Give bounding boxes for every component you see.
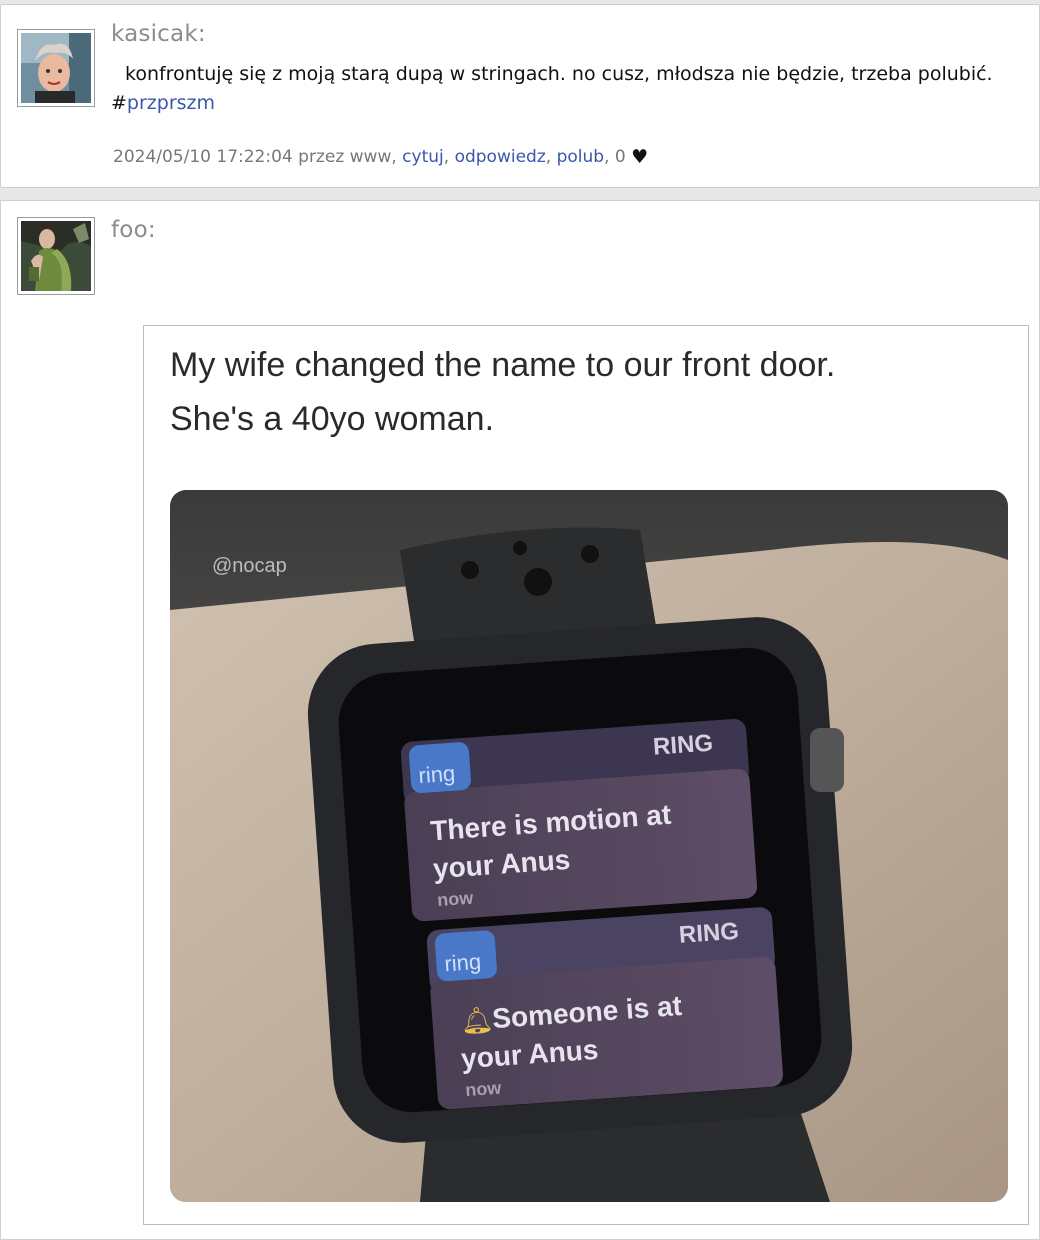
post-image[interactable]: My wife changed the name to our front do…	[143, 325, 1029, 1225]
reply-link[interactable]: odpowiedz	[455, 147, 546, 167]
notif-brand: RING	[678, 918, 740, 949]
separator: ,	[545, 147, 552, 167]
meme-photo: @nocap ring RING There is motion at your…	[170, 490, 1008, 1202]
notif-time: now	[437, 888, 475, 911]
username[interactable]: foo:	[111, 217, 156, 243]
avatar[interactable]	[17, 217, 95, 295]
hashtag-link[interactable]: przprszm	[127, 92, 215, 114]
notif-app: ring	[418, 761, 456, 788]
post: kasicak: konfrontuję się z moją starą du…	[0, 4, 1040, 188]
post-meta: 2024/05/10 17:22:04 przez www, cytuj, od…	[113, 146, 648, 168]
meme-caption: My wife changed the name to our front do…	[170, 338, 1010, 446]
post-text: konfrontuję się z moją starą dupą w stri…	[111, 60, 1027, 118]
heart-icon: ♥	[631, 146, 649, 168]
notif-brand: RING	[652, 730, 714, 761]
quote-link[interactable]: cytuj	[402, 147, 444, 167]
via-label: przez www,	[298, 147, 397, 167]
bell-icon: 🔔︎	[459, 1004, 494, 1036]
avatar-image	[21, 33, 91, 103]
avatar[interactable]	[17, 29, 95, 107]
avatar-image	[21, 221, 91, 291]
username[interactable]: kasicak:	[111, 21, 206, 47]
caption-line: She's a 40yo woman.	[170, 400, 495, 438]
notif-time: now	[465, 1078, 503, 1101]
separator: ,	[604, 147, 610, 167]
like-link[interactable]: polub	[557, 147, 604, 167]
post: foo: My wife changed the name to our fro…	[0, 200, 1040, 1240]
like-count: 0	[614, 147, 626, 167]
watermark: @nocap	[212, 555, 287, 577]
hash-symbol: #	[111, 92, 127, 114]
timestamp: 2024/05/10 17:22:04	[113, 147, 293, 167]
notif-app: ring	[444, 949, 482, 976]
separator: ,	[443, 147, 450, 167]
caption-line: My wife changed the name to our front do…	[170, 346, 836, 384]
post-body: konfrontuję się z moją starą dupą w stri…	[125, 63, 993, 85]
watch-photo: @nocap ring RING There is motion at your…	[170, 490, 1008, 1202]
